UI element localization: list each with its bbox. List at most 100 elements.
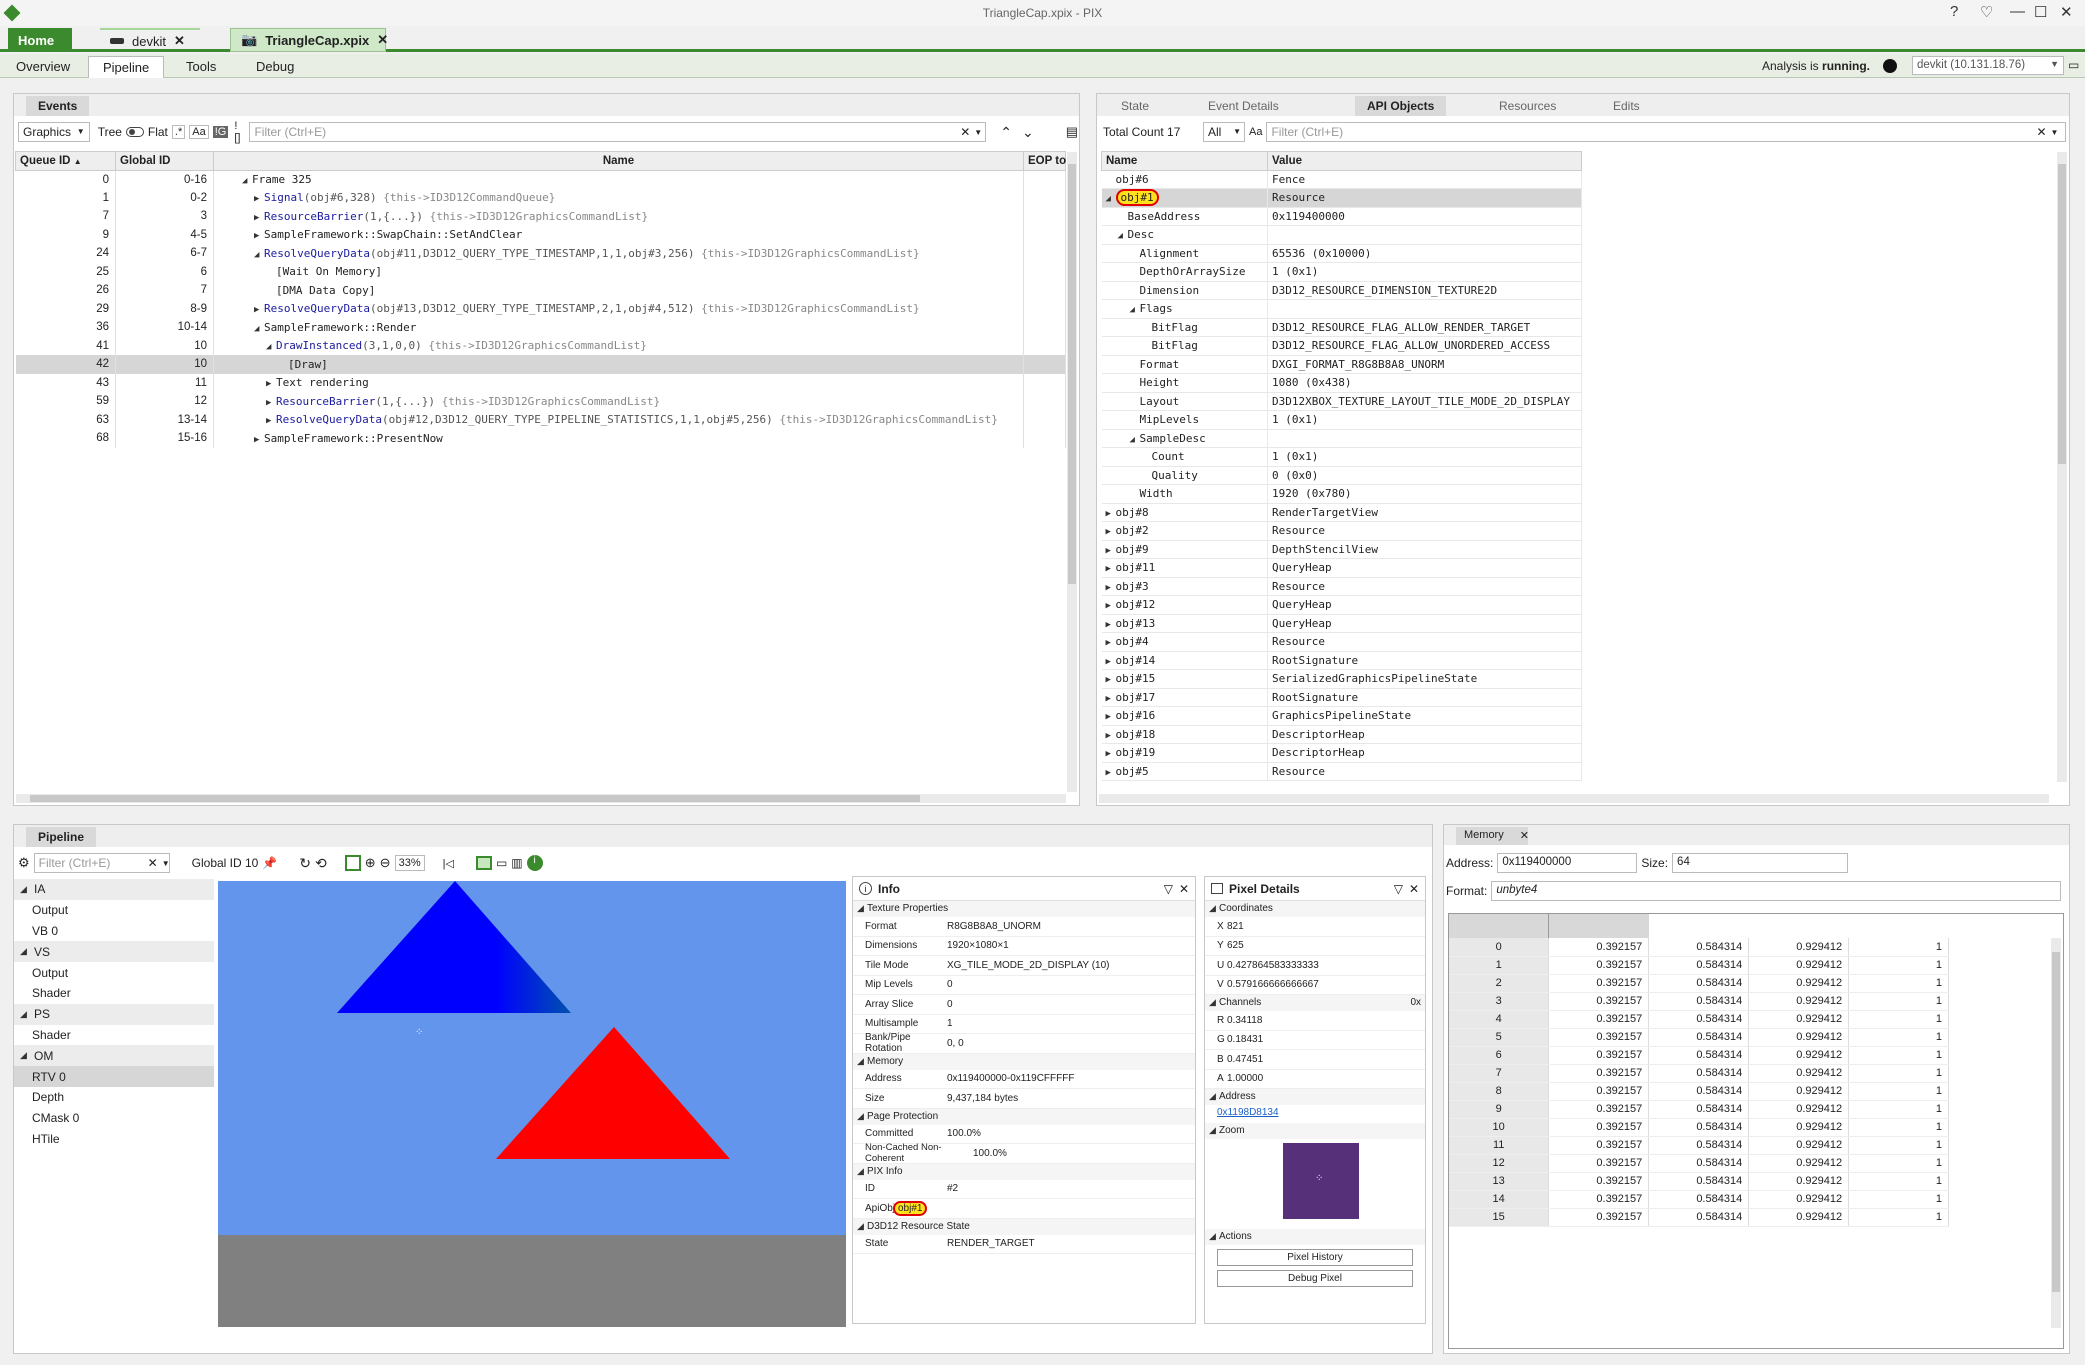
api-object-row[interactable]: ▶ obj#4 Resource xyxy=(1101,632,1582,652)
memory-size-input[interactable]: 64 xyxy=(1672,853,1849,873)
table-row[interactable]: 63 13-14 ▶ ResolveQueryData(obj#12,D3D12_QU… xyxy=(15,410,1066,429)
api-object-row[interactable]: Alignment 65536 (0x10000) xyxy=(1101,244,1582,263)
table-row[interactable]: 1 0-2 ▶ Signal(obj#6,328) {this->ID3D12Comm… xyxy=(15,188,1066,207)
tab-pipeline-panel[interactable]: Pipeline xyxy=(26,827,97,847)
memory-row[interactable]: 15 0.392157 0.584314 0.929412 1 xyxy=(1449,1208,1949,1227)
table-row[interactable]: 59 12 ▶ ResourceBarrier(1,{...}) {this->ID3… xyxy=(15,392,1066,411)
help-icon[interactable]: ? xyxy=(1950,3,1958,20)
expanded-arrow-icon[interactable]: ◢ xyxy=(1118,231,1128,241)
pipeline-item[interactable]: Output xyxy=(14,900,214,921)
table-row[interactable]: 0 0-16 ◢ Frame 325 xyxy=(15,170,1066,189)
api-object-row[interactable]: MipLevels 1 (0x1) xyxy=(1101,410,1582,430)
memory-vertical-scrollbar[interactable] xyxy=(2051,938,2061,1328)
tab-resources[interactable]: Resources xyxy=(1487,96,1568,116)
collapsed-arrow-icon[interactable]: ▶ xyxy=(1106,712,1116,722)
column-header[interactable]: Name xyxy=(213,151,1024,171)
pipeline-item[interactable]: CMask 0 xyxy=(14,1108,214,1129)
api-object-row[interactable]: ▶ obj#12 QueryHeap xyxy=(1101,595,1582,615)
memory-row[interactable]: 14 0.392157 0.584314 0.929412 1 xyxy=(1449,1190,1949,1209)
memory-row[interactable]: 5 0.392157 0.584314 0.929412 1 xyxy=(1449,1028,1949,1047)
chevron-down-icon[interactable]: ▼ xyxy=(162,859,170,868)
api-object-row[interactable]: ▶ obj#13 QueryHeap xyxy=(1101,614,1582,633)
memory-row[interactable]: 3 0.392157 0.584314 0.929412 1 xyxy=(1449,992,1949,1011)
table-row[interactable]: 26 7 [DMA Data Copy] xyxy=(15,281,1066,300)
api-object-row[interactable]: ▶ obj#17 RootSignature xyxy=(1101,688,1582,707)
tab-memory[interactable]: Memory ✕ xyxy=(1456,827,1529,845)
collapsed-arrow-icon[interactable]: ▶ xyxy=(1106,527,1116,537)
api-object-row[interactable]: Quality 0 (0x0) xyxy=(1101,466,1582,485)
collapsed-arrow-icon[interactable]: ▶ xyxy=(266,398,276,408)
render-target-preview[interactable]: ⁘ xyxy=(218,881,846,1327)
collapsed-arrow-icon[interactable]: ▶ xyxy=(1106,768,1116,778)
refresh-icon[interactable]: ↻ xyxy=(299,855,311,872)
api-filter-input[interactable]: Filter (Ctrl+E) xyxy=(1266,122,2067,142)
info-section-header[interactable]: ◢ PIX Info xyxy=(853,1163,1195,1180)
hex-toggle[interactable]: 0x xyxy=(1410,997,1421,1009)
feedback-icon[interactable]: ♡ xyxy=(1980,3,1993,21)
collapsed-arrow-icon[interactable]: ▶ xyxy=(254,231,264,241)
close-icon[interactable]: ✕ xyxy=(377,32,388,48)
memory-row[interactable]: 7 0.392157 0.584314 0.929412 1 xyxy=(1449,1064,1949,1083)
events-vertical-scrollbar[interactable] xyxy=(1067,152,1077,792)
pixel-address-link[interactable]: 0x1198D8134 xyxy=(1217,1107,1279,1118)
histogram-icon[interactable]: ▥ xyxy=(511,856,522,870)
table-row[interactable]: 42 10 [Draw] xyxy=(15,355,1066,374)
history-icon[interactable]: ⟲ xyxy=(315,855,327,872)
api-object-row[interactable]: Layout D3D12XBOX_TEXTURE_LAYOUT_TILE_MODE… xyxy=(1101,392,1582,411)
pipeline-stage[interactable]: ◢ OM xyxy=(14,1045,214,1067)
memory-row[interactable]: 12 0.392157 0.584314 0.929412 1 xyxy=(1449,1154,1949,1173)
image-view-icon[interactable] xyxy=(475,856,492,870)
api-object-row[interactable]: ◢ obj#1 Resource xyxy=(1101,188,1582,208)
clear-filter-icon[interactable]: ✕ xyxy=(2036,125,2046,139)
memory-row[interactable]: 13 0.392157 0.584314 0.929412 1 xyxy=(1449,1172,1949,1191)
memory-row[interactable]: 8 0.392157 0.584314 0.929412 1 xyxy=(1449,1082,1949,1101)
column-header[interactable]: Global ID xyxy=(115,151,214,171)
table-row[interactable]: 29 8-9 ▶ ResolveQueryData(obj#13,D3D12_QUER… xyxy=(15,299,1066,318)
tab-file[interactable]: 📷 TriangleCap.xpix ✕ xyxy=(230,28,388,52)
feedback-panel-icon[interactable]: ▭ xyxy=(2068,58,2079,72)
tab-overview[interactable]: Overview xyxy=(2,56,84,78)
api-object-row[interactable]: Count 1 (0x1) xyxy=(1101,447,1582,467)
debug-pixel-button[interactable]: Debug Pixel xyxy=(1217,1270,1413,1287)
pipeline-stage[interactable]: ◢ IA xyxy=(14,879,214,900)
memory-row[interactable]: 6 0.392157 0.584314 0.929412 1 xyxy=(1449,1046,1949,1065)
ignore-toggle[interactable]: !G xyxy=(212,126,229,138)
match-case-toggle[interactable]: Aa xyxy=(189,125,209,139)
expanded-arrow-icon[interactable]: ◢ xyxy=(20,946,30,957)
column-header[interactable]: Queue ID ▲ xyxy=(15,151,116,171)
memory-format-input[interactable]: unbyte4 xyxy=(1491,881,2062,901)
first-frame-icon[interactable]: |◁ xyxy=(443,857,454,870)
pipeline-item[interactable]: HTile xyxy=(14,1129,214,1150)
api-object-row[interactable]: ▶ obj#16 GraphicsPipelineState xyxy=(1101,706,1582,726)
settings-gear-icon[interactable]: ⚙ xyxy=(18,855,30,871)
table-row[interactable]: 7 3 ▶ ResourceBarrier(1,{...}) {this->ID3D1… xyxy=(15,207,1066,226)
collapsed-arrow-icon[interactable]: ▶ xyxy=(1106,749,1116,759)
collapsed-arrow-icon[interactable]: ▶ xyxy=(1106,583,1116,593)
expanded-arrow-icon[interactable]: ◢ xyxy=(1130,435,1140,445)
collapsed-arrow-icon[interactable]: ▶ xyxy=(254,305,264,315)
api-object-row[interactable]: Format DXGI_FORMAT_R8G8B8A8_UNORM xyxy=(1101,355,1582,374)
maximize-button[interactable]: ☐ xyxy=(2034,3,2047,21)
fit-view-icon[interactable] xyxy=(344,855,361,871)
info-section-header[interactable]: ◢ Memory xyxy=(853,1053,1195,1070)
info-toggle-icon[interactable]: i xyxy=(526,855,543,871)
stop-analysis-icon[interactable] xyxy=(1883,59,1897,73)
api-object-row[interactable]: ▶ obj#2 Resource xyxy=(1101,521,1582,541)
tab-home[interactable]: Home xyxy=(8,28,72,52)
clear-filter-icon[interactable]: ✕ xyxy=(148,856,158,870)
api-object-row[interactable]: ◢ Desc xyxy=(1101,225,1582,245)
api-object-row[interactable]: ▶ obj#11 QueryHeap xyxy=(1101,558,1582,578)
expanded-arrow-icon[interactable]: ◢ xyxy=(266,342,276,352)
expanded-arrow-icon[interactable]: ◢ xyxy=(20,1050,30,1061)
api-object-row[interactable]: Height 1080 (0x438) xyxy=(1101,373,1582,393)
api-object-row[interactable]: ▶ obj#3 Resource xyxy=(1101,577,1582,596)
display-icon[interactable]: ▭ xyxy=(496,856,507,870)
events-horizontal-scrollbar[interactable] xyxy=(16,794,1066,803)
expanded-arrow-icon[interactable]: ◢ xyxy=(1130,305,1140,315)
clear-filter-icon[interactable]: ✕ xyxy=(960,125,970,139)
api-object-row[interactable]: Width 1920 (0x780) xyxy=(1101,484,1582,504)
column-header-name[interactable]: Name xyxy=(1101,151,1268,171)
table-row[interactable]: 25 6 [Wait On Memory] xyxy=(15,262,1066,281)
api-object-row[interactable]: BitFlag D3D12_RESOURCE_FLAG_ALLOW_RENDER_… xyxy=(1101,318,1582,337)
pipeline-item[interactable]: Output xyxy=(14,962,214,983)
